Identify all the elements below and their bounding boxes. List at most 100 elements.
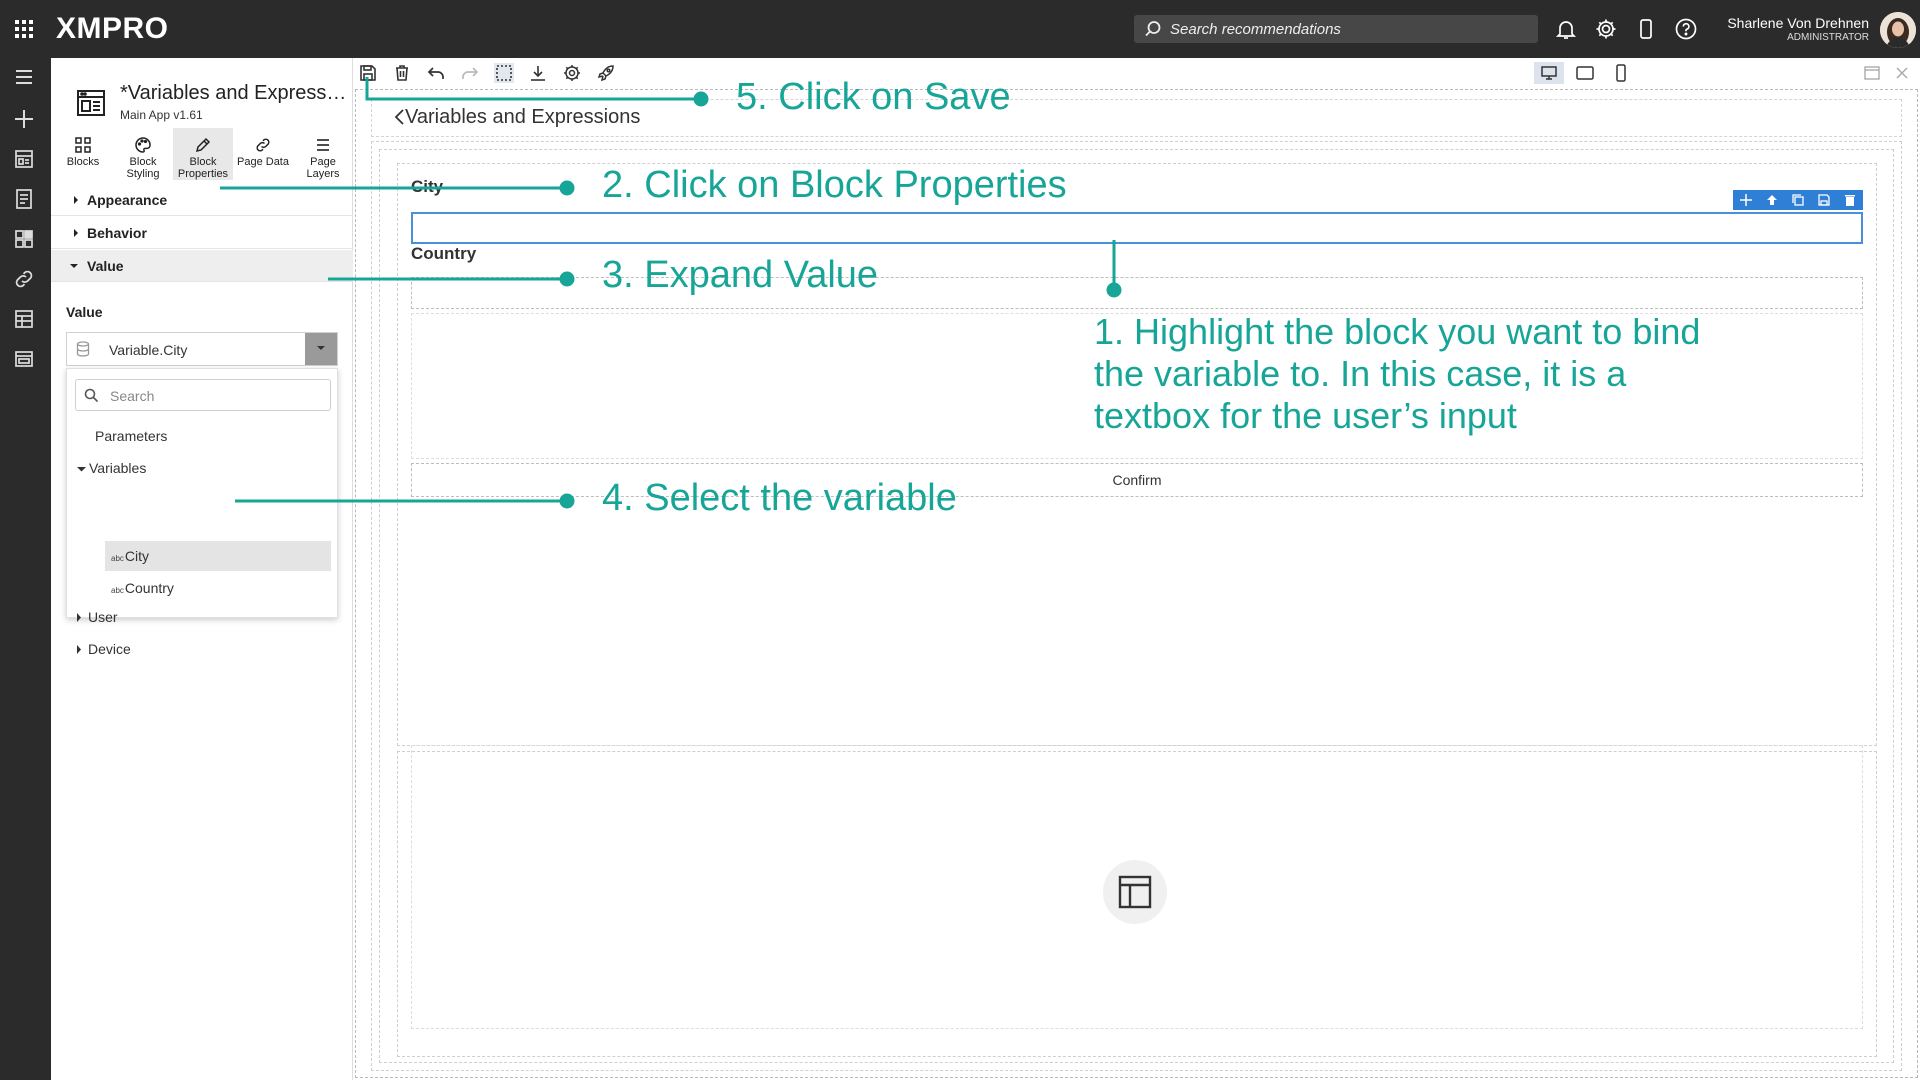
section-appearance[interactable]: Appearance xyxy=(51,184,353,216)
tree-item-variables[interactable]: Variables xyxy=(77,460,146,476)
dropdown-search-placeholder: Search xyxy=(110,388,155,404)
layout-grid-icon[interactable] xyxy=(1103,860,1167,924)
top-bar: XMPRO Search recommendations Sharlene Vo… xyxy=(0,0,1920,58)
dropdown-search-input[interactable]: Search xyxy=(75,379,331,411)
tab-block-properties[interactable]: Block Properties xyxy=(173,128,233,180)
menu-icon[interactable] xyxy=(12,65,36,89)
caret-right-icon xyxy=(72,195,80,205)
search-icon xyxy=(1144,20,1162,38)
move-icon[interactable] xyxy=(1739,193,1753,207)
tree-item-country[interactable]: abcCountry xyxy=(111,580,174,596)
canvas-toolbar xyxy=(353,58,1920,88)
tree-item-user[interactable]: User xyxy=(76,609,118,625)
caret-right-icon xyxy=(72,228,80,238)
save-icon[interactable] xyxy=(358,63,378,83)
desktop-view-icon[interactable] xyxy=(1534,62,1564,84)
annotation-step4: 4. Select the variable xyxy=(602,477,957,519)
tree-item-label: Device xyxy=(88,641,131,657)
tree-item-city[interactable]: abcCity xyxy=(105,541,331,571)
properties-panel: *Variables and Expressions Main App v1.6… xyxy=(51,58,353,1080)
caret-down-icon xyxy=(77,460,89,476)
avatar[interactable] xyxy=(1880,12,1916,48)
value-select[interactable]: Variable.City xyxy=(66,332,338,366)
tree-item-label: Variables xyxy=(89,460,147,476)
select-parent-icon[interactable] xyxy=(1765,193,1779,207)
annotation-step5: 5. Click on Save xyxy=(736,76,1011,118)
section-label: Value xyxy=(87,258,124,274)
section-label: Appearance xyxy=(87,192,168,208)
caret-down-icon xyxy=(69,262,79,270)
bell-icon[interactable] xyxy=(1554,17,1578,41)
user-role: ADMINISTRATOR xyxy=(1787,32,1869,43)
link-icon[interactable] xyxy=(12,267,36,291)
tree-item-city-text: abcCity xyxy=(111,548,149,564)
value-select-text: Variable.City xyxy=(109,342,188,358)
annotation-step2: 2. Click on Block Properties xyxy=(602,164,1067,206)
tab-label: Block xyxy=(129,156,157,168)
app-icon[interactable] xyxy=(12,147,36,171)
delete-icon[interactable] xyxy=(392,63,412,83)
add-icon[interactable] xyxy=(12,107,36,131)
window-icon[interactable] xyxy=(12,347,36,371)
search-icon xyxy=(84,388,99,403)
tree-item-label: City xyxy=(124,548,150,564)
database-icon xyxy=(76,341,90,357)
gear-icon[interactable] xyxy=(1594,17,1618,41)
section-label: Behavior xyxy=(87,225,147,241)
search-placeholder: Search recommendations xyxy=(1170,21,1341,38)
tab-blocks[interactable]: Blocks xyxy=(53,128,113,180)
country-label[interactable]: Country xyxy=(411,244,476,264)
help-icon[interactable] xyxy=(1674,17,1698,41)
tab-block-styling[interactable]: Block Styling xyxy=(113,128,173,180)
section-value[interactable]: Value xyxy=(51,250,353,282)
xmpro-logo[interactable]: XMPRO xyxy=(56,12,169,46)
tree-item-device[interactable]: Device xyxy=(76,641,131,657)
delete-block-icon[interactable] xyxy=(1843,193,1857,207)
phone-view-icon[interactable] xyxy=(1606,62,1636,84)
tree-item-parameters[interactable]: Parameters xyxy=(95,428,167,444)
select-icon[interactable] xyxy=(494,63,514,83)
dashboard-icon[interactable] xyxy=(12,227,36,251)
dropdown-toggle-button[interactable] xyxy=(305,333,337,365)
download-icon[interactable] xyxy=(528,63,548,83)
notebook-icon[interactable] xyxy=(12,187,36,211)
rocket-icon[interactable] xyxy=(596,63,616,83)
save-block-icon[interactable] xyxy=(1817,193,1831,207)
page-title: *Variables and Expressions xyxy=(120,82,350,104)
user-name[interactable]: Sharlene Von Drehnen xyxy=(1727,15,1869,31)
block-toolbar xyxy=(1733,190,1863,210)
tablet-view-icon[interactable] xyxy=(1570,62,1600,84)
tree-item-label: User xyxy=(88,609,118,625)
string-type-icon: abc xyxy=(111,586,124,595)
value-field-label: Value xyxy=(66,304,103,320)
string-type-icon: abc xyxy=(111,554,124,563)
tab-label: Styling xyxy=(126,168,160,180)
tab-label: Properties xyxy=(177,168,229,180)
value-dropdown: Search Parameters Variables abcCity abcC… xyxy=(66,368,338,618)
tab-label: Layers xyxy=(306,168,340,180)
section-behavior[interactable]: Behavior xyxy=(51,217,353,249)
city-label[interactable]: City xyxy=(411,177,443,197)
city-textbox[interactable] xyxy=(411,212,1863,244)
duplicate-icon[interactable] xyxy=(1791,193,1805,207)
canvas-page-title: Variables and Expressions xyxy=(405,106,641,128)
left-rail: X xyxy=(0,58,51,1080)
tab-label: Block xyxy=(189,156,217,168)
tab-label: Blocks xyxy=(66,156,100,168)
table-icon[interactable] xyxy=(12,307,36,331)
app-version: Main App v1.61 xyxy=(120,108,203,122)
undo-icon[interactable] xyxy=(426,63,446,83)
tab-label: Page Data xyxy=(237,156,289,168)
maximize-icon[interactable] xyxy=(1862,63,1882,83)
tab-page-layers[interactable]: Page Layers xyxy=(293,128,353,180)
mobile-icon[interactable] xyxy=(1634,17,1658,41)
apps-grid-icon[interactable] xyxy=(12,17,36,41)
redo-icon[interactable] xyxy=(460,63,480,83)
settings-icon[interactable] xyxy=(562,63,582,83)
caret-right-icon xyxy=(76,609,88,625)
tab-page-data[interactable]: Page Data xyxy=(233,128,293,180)
search-input[interactable]: Search recommendations xyxy=(1134,15,1538,43)
page-icon xyxy=(76,88,106,118)
close-icon[interactable] xyxy=(1892,63,1912,83)
annotation-step1: 1. Highlight the block you want to bind … xyxy=(1094,311,1701,436)
